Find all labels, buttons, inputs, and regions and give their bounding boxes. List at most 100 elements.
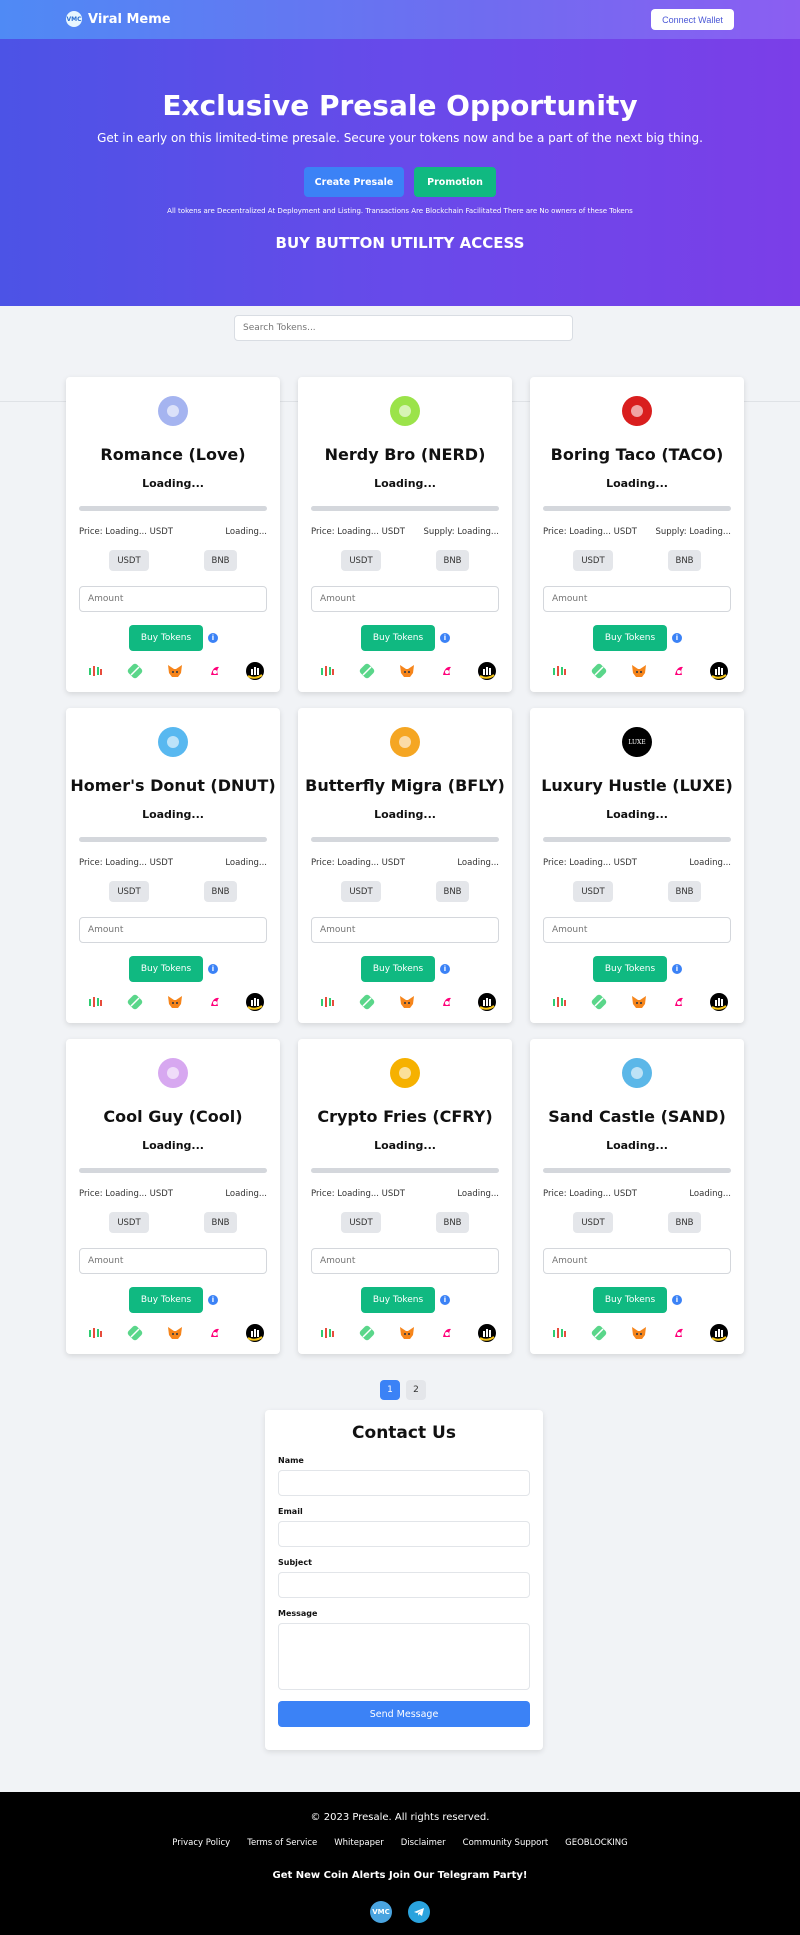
usdt-option-button[interactable]: USDT: [341, 881, 381, 902]
usdt-option-button[interactable]: USDT: [341, 1212, 381, 1233]
dexscreener-icon[interactable]: [357, 1323, 377, 1343]
dextools-icon[interactable]: [85, 1323, 105, 1343]
usdt-option-button[interactable]: USDT: [109, 550, 149, 571]
amount-input[interactable]: [543, 917, 731, 943]
dextools-icon[interactable]: [317, 1323, 337, 1343]
coinmarketcap-icon[interactable]: [477, 992, 497, 1012]
telegram-icon[interactable]: [408, 1901, 430, 1923]
buy-tokens-button[interactable]: Buy Tokens: [593, 956, 667, 982]
coinmarketcap-icon[interactable]: [477, 1323, 497, 1343]
buy-tokens-button[interactable]: Buy Tokens: [593, 1287, 667, 1313]
metamask-icon[interactable]: [165, 1323, 185, 1343]
send-message-button[interactable]: Send Message: [278, 1701, 530, 1727]
usdt-option-button[interactable]: USDT: [109, 881, 149, 902]
amount-input[interactable]: [311, 586, 499, 612]
name-field[interactable]: [278, 1470, 530, 1496]
coinmarketcap-icon[interactable]: [245, 1323, 265, 1343]
metamask-icon[interactable]: [165, 661, 185, 681]
uniswap-icon[interactable]: [437, 992, 457, 1012]
dexscreener-icon[interactable]: [125, 661, 145, 681]
info-icon[interactable]: i: [208, 1295, 218, 1305]
uniswap-icon[interactable]: [669, 661, 689, 681]
dexscreener-icon[interactable]: [357, 661, 377, 681]
info-icon[interactable]: i: [440, 964, 450, 974]
uniswap-icon[interactable]: [437, 661, 457, 681]
metamask-icon[interactable]: [629, 1323, 649, 1343]
metamask-icon[interactable]: [397, 992, 417, 1012]
buy-tokens-button[interactable]: Buy Tokens: [361, 1287, 435, 1313]
metamask-icon[interactable]: [397, 661, 417, 681]
dextools-icon[interactable]: [85, 661, 105, 681]
bnb-option-button[interactable]: BNB: [436, 1212, 469, 1233]
info-icon[interactable]: i: [672, 633, 682, 643]
footer-link-terms[interactable]: Terms of Service: [247, 1838, 317, 1848]
dextools-icon[interactable]: [317, 992, 337, 1012]
coinmarketcap-icon[interactable]: [709, 1323, 729, 1343]
metamask-icon[interactable]: [397, 1323, 417, 1343]
message-field[interactable]: [278, 1623, 530, 1690]
uniswap-icon[interactable]: [205, 1323, 225, 1343]
info-icon[interactable]: i: [208, 633, 218, 643]
dextools-icon[interactable]: [317, 661, 337, 681]
amount-input[interactable]: [543, 1248, 731, 1274]
search-tokens-input[interactable]: [234, 315, 573, 341]
bnb-option-button[interactable]: BNB: [668, 550, 701, 571]
info-icon[interactable]: i: [208, 964, 218, 974]
info-icon[interactable]: i: [440, 1295, 450, 1305]
connect-wallet-button[interactable]: Connect Wallet: [651, 9, 734, 30]
footer-link-community[interactable]: Community Support: [463, 1838, 549, 1848]
usdt-option-button[interactable]: USDT: [109, 1212, 149, 1233]
footer-link-privacy[interactable]: Privacy Policy: [172, 1838, 230, 1848]
subject-field[interactable]: [278, 1572, 530, 1598]
dexscreener-icon[interactable]: [589, 1323, 609, 1343]
uniswap-icon[interactable]: [669, 992, 689, 1012]
dexscreener-icon[interactable]: [125, 1323, 145, 1343]
usdt-option-button[interactable]: USDT: [573, 1212, 613, 1233]
amount-input[interactable]: [79, 917, 267, 943]
promotion-button[interactable]: Promotion: [414, 167, 496, 197]
metamask-icon[interactable]: [629, 661, 649, 681]
coinmarketcap-icon[interactable]: [709, 992, 729, 1012]
metamask-icon[interactable]: [165, 992, 185, 1012]
uniswap-icon[interactable]: [205, 992, 225, 1012]
dexscreener-icon[interactable]: [589, 661, 609, 681]
footer-link-whitepaper[interactable]: Whitepaper: [334, 1838, 383, 1848]
amount-input[interactable]: [311, 1248, 499, 1274]
buy-tokens-button[interactable]: Buy Tokens: [361, 625, 435, 651]
bnb-option-button[interactable]: BNB: [436, 550, 469, 571]
dextools-icon[interactable]: [549, 661, 569, 681]
coinmarketcap-icon[interactable]: [709, 661, 729, 681]
pagination-page-1[interactable]: 1: [380, 1380, 400, 1400]
buy-tokens-button[interactable]: Buy Tokens: [129, 1287, 203, 1313]
footer-link-disclaimer[interactable]: Disclaimer: [401, 1838, 446, 1848]
buy-tokens-button[interactable]: Buy Tokens: [361, 956, 435, 982]
metamask-icon[interactable]: [629, 992, 649, 1012]
info-icon[interactable]: i: [440, 633, 450, 643]
buy-tokens-button[interactable]: Buy Tokens: [129, 956, 203, 982]
amount-input[interactable]: [311, 917, 499, 943]
bnb-option-button[interactable]: BNB: [668, 881, 701, 902]
email-field[interactable]: [278, 1521, 530, 1547]
dexscreener-icon[interactable]: [589, 992, 609, 1012]
dextools-icon[interactable]: [549, 992, 569, 1012]
dexscreener-icon[interactable]: [357, 992, 377, 1012]
uniswap-icon[interactable]: [205, 661, 225, 681]
buy-tokens-button[interactable]: Buy Tokens: [593, 625, 667, 651]
dexscreener-icon[interactable]: [125, 992, 145, 1012]
coinmarketcap-icon[interactable]: [245, 992, 265, 1012]
info-icon[interactable]: i: [672, 964, 682, 974]
uniswap-icon[interactable]: [437, 1323, 457, 1343]
dextools-icon[interactable]: [549, 1323, 569, 1343]
amount-input[interactable]: [79, 1248, 267, 1274]
bnb-option-button[interactable]: BNB: [436, 881, 469, 902]
pagination-page-2[interactable]: 2: [406, 1380, 426, 1400]
usdt-option-button[interactable]: USDT: [573, 550, 613, 571]
info-icon[interactable]: i: [672, 1295, 682, 1305]
uniswap-icon[interactable]: [669, 1323, 689, 1343]
coinmarketcap-icon[interactable]: [245, 661, 265, 681]
bnb-option-button[interactable]: BNB: [204, 1212, 237, 1233]
create-presale-button[interactable]: Create Presale: [304, 167, 404, 197]
bnb-option-button[interactable]: BNB: [204, 881, 237, 902]
dextools-icon[interactable]: [85, 992, 105, 1012]
coinmarketcap-icon[interactable]: [477, 661, 497, 681]
